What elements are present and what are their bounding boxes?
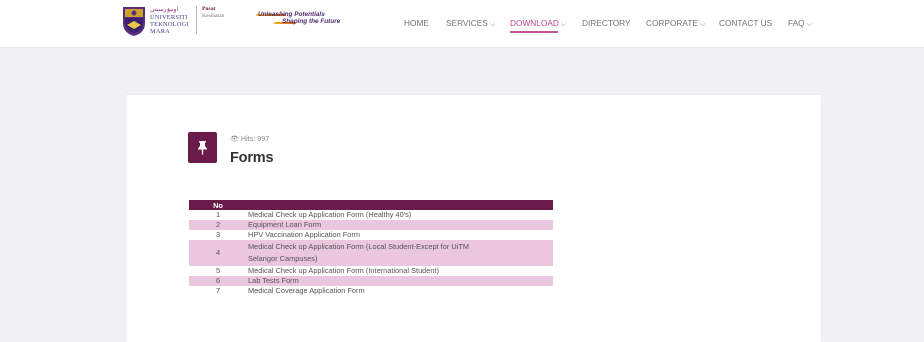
- form-link[interactable]: Medical Check up Application Form (Local…: [247, 240, 553, 266]
- nav-services[interactable]: SERVICES ⌵: [446, 18, 495, 29]
- chevron-down-icon: ⌵: [806, 21, 812, 28]
- university-name-line1: UNIVERSITI: [150, 14, 188, 21]
- table-header-row: No: [189, 200, 553, 210]
- university-name-line2: TEKNOLOGI: [150, 21, 189, 28]
- table-row: 4 Medical Check up Application Form (Loc…: [189, 240, 553, 266]
- nav-directory-label: DIRECTORY: [582, 18, 631, 28]
- form-link[interactable]: Lab Tests Form: [247, 276, 553, 286]
- nav-faq-label: FAQ: [788, 18, 805, 28]
- table-row: 3 HPV Vaccination Application Form: [189, 230, 553, 240]
- form-link[interactable]: Medical Check up Application Form (Healt…: [247, 210, 553, 220]
- nav-corporate-label: CORPORATE: [646, 18, 698, 28]
- nav-contact-us-label: CONTACT US: [719, 18, 773, 28]
- table-row: 6 Lab Tests Form: [189, 276, 553, 286]
- row-number: 2: [189, 220, 247, 230]
- table-row: 2 Equipment Loan Form: [189, 220, 553, 230]
- nav-services-label: SERVICES: [446, 18, 488, 28]
- table-header-name: [247, 200, 553, 210]
- nav-directory[interactable]: DIRECTORY: [582, 18, 631, 28]
- tagline-line1: Unleashing Potentials: [258, 11, 325, 18]
- form-link[interactable]: Medical Coverage Application Form: [247, 286, 553, 296]
- university-name-jawi: اونيۏرسيتي: [150, 7, 179, 13]
- uitm-crest-logo[interactable]: [121, 5, 147, 37]
- row-number: 1: [215, 210, 221, 219]
- department-name: Pusat Kesihatan: [202, 6, 224, 20]
- nav-corporate[interactable]: CORPORATE ⌵: [646, 18, 705, 29]
- table-row: 5 Medical Check up Application Form (Int…: [189, 266, 553, 276]
- chevron-down-icon: ⌵: [489, 21, 496, 28]
- nav-home-label: HOME: [404, 18, 429, 28]
- nav-active-underline: [510, 31, 558, 33]
- forms-table: No 1 Medical Check up Application Form (…: [189, 200, 553, 296]
- tagline-line2: Shaping the Future: [282, 18, 341, 25]
- hits-label: Hits: 997: [240, 134, 270, 143]
- university-name: اونيۏرسيتي UNIVERSITI TEKNOLOGI MARA: [150, 7, 189, 35]
- row-number: 4: [189, 240, 247, 266]
- university-name-line3: MARA: [150, 28, 170, 35]
- page-title: Forms: [230, 150, 274, 166]
- table-header-no: No: [189, 200, 247, 210]
- form-link[interactable]: HPV Vaccination Application Form: [247, 230, 553, 240]
- chevron-down-icon: ⌵: [699, 21, 706, 28]
- form-link[interactable]: Medical Check up Application Form (Inter…: [247, 266, 553, 276]
- row-number: 6: [189, 276, 247, 286]
- top-navigation-bar: اونيۏرسيتي UNIVERSITI TEKNOLOGI MARA Pus…: [0, 0, 924, 48]
- nav-faq[interactable]: FAQ ⌵: [788, 18, 812, 29]
- eye-icon: 👁: [230, 136, 239, 143]
- article-icon-box: [188, 132, 217, 163]
- row-number: 5: [215, 266, 221, 275]
- row-number: 7: [215, 286, 221, 295]
- form-link[interactable]: Equipment Loan Form: [247, 220, 553, 230]
- tagline: Unleashing Potentials Shaping the Future: [258, 11, 340, 25]
- chevron-down-icon: ⌵: [560, 21, 567, 28]
- row-number: 3: [215, 230, 221, 239]
- department-name-line2: Kesihatan: [202, 13, 225, 19]
- hits-counter: 👁 Hits: 997: [230, 134, 269, 143]
- nav-home[interactable]: HOME: [404, 18, 429, 28]
- nav-contact-us[interactable]: CONTACT US: [719, 18, 772, 28]
- table-row: 1 Medical Check up Application Form (Hea…: [189, 210, 553, 220]
- logo-divider: [196, 6, 197, 34]
- nav-download[interactable]: DOWNLOAD ⌵: [510, 18, 566, 29]
- table-row: 7 Medical Coverage Application Form: [189, 286, 553, 296]
- pushpin-icon: [198, 141, 207, 155]
- nav-download-label: DOWNLOAD: [510, 18, 559, 28]
- department-name-line1: Pusat: [202, 6, 216, 12]
